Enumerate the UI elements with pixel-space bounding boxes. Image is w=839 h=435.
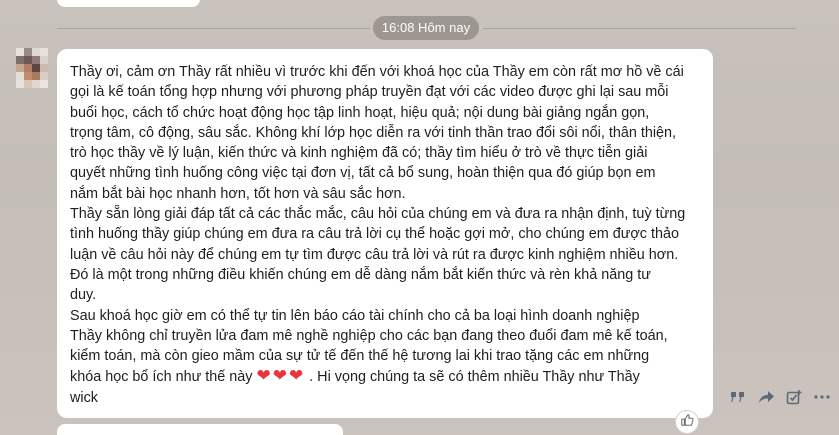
quote-icon[interactable] [726,385,750,409]
message-line: Thầy ơi, cảm ơn Thầy rất nhiều vì trước … [70,64,684,80]
create-task-icon[interactable] [782,385,806,409]
message-line: buổi học, cách tổ chức hoạt động học tập… [70,104,650,121]
message-line: nắm bắt bài học nhanh hơn, tốt hơn và sâ… [70,185,406,202]
reaction-like-button[interactable] [675,410,699,434]
message-line: tình huống thầy giúp chúng em đưa ra câu… [70,226,680,243]
thumbs-up-icon [680,413,694,432]
message-line: duy. [70,287,97,304]
time-divider-label: 16:08 Hôm nay [373,16,479,40]
next-message-bubble [57,424,343,435]
message-line-with-emoji: khóa học bổ ích như thế này ❤❤❤ . Hi vọn… [70,366,701,387]
message-line: Sau khoá học giờ em có thể tự tin lên bá… [70,307,640,324]
previous-message-bubble [57,0,200,7]
message-line: wick [70,389,98,406]
message-line: Đó là một trong những điều khiến chúng e… [70,266,651,283]
message-text: . Hi vọng chúng ta sẽ có thêm nhiều Thầy… [305,369,640,386]
time-divider-line-right [483,28,796,29]
message-action-bar [724,384,836,410]
message-line: gọi là kế toán tổng hợp nhưng với phương… [70,84,669,101]
message-text: khóa học bổ ích như thế này [70,369,257,386]
message-line: quyết những tình huống công việc tại đơn… [70,165,656,182]
message-line: trọng tâm, cô động, sâu sắc. Không khí l… [70,124,677,141]
message-line: Thầy sẵn lòng giải đáp tất cả các thắc m… [70,206,686,223]
message-line: Thầy không chỉ truyền lửa đam mê nghề ng… [70,327,668,344]
more-icon[interactable] [810,385,834,409]
avatar[interactable] [16,48,48,88]
heart-emoji-icon: ❤❤❤ [256,366,306,386]
message-line: trò học thầy về lý luận, kiến thức và ki… [70,145,648,162]
message-line: luận về câu hỏi này để chúng em tự tìm đ… [70,246,679,263]
forward-icon[interactable] [754,385,778,409]
message-line: kiểm toán, mà còn gieo mầm của sự tử tế … [70,348,650,365]
message-bubble[interactable]: Thầy ơi, cảm ơn Thầy rất nhiều vì trước … [57,49,713,418]
time-divider-line-left [57,28,370,29]
